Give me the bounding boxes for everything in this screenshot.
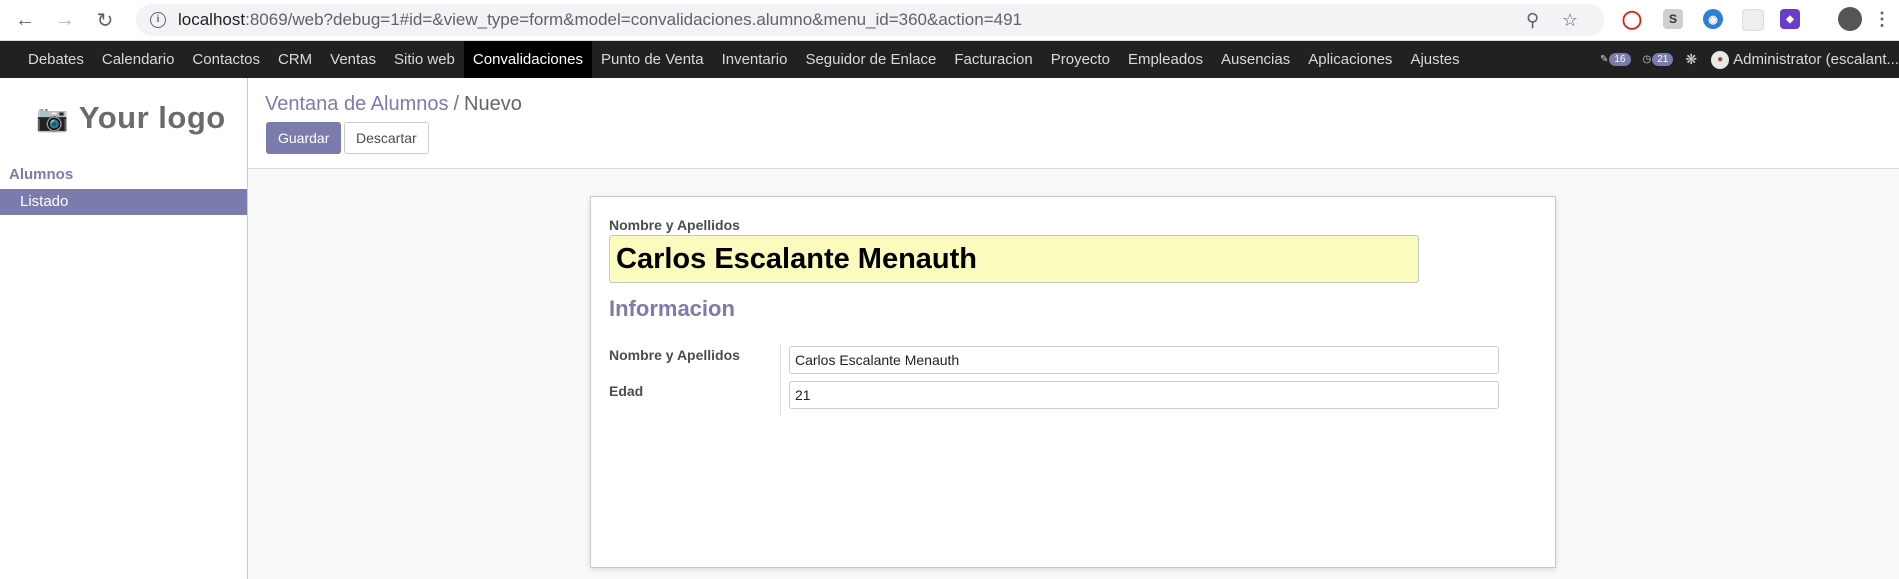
sidebar: 📷 Your logo Alumnos Listado	[0, 78, 248, 579]
menu-item-contactos[interactable]: Contactos	[183, 41, 269, 78]
menu-item-ausencias[interactable]: Ausencias	[1212, 41, 1299, 78]
back-icon[interactable]: ←	[10, 5, 40, 35]
breadcrumb: Ventana de Alumnos / Nuevo	[265, 93, 522, 116]
profile-avatar-icon[interactable]	[1838, 7, 1862, 31]
forward-icon[interactable]: →	[50, 5, 80, 35]
reload-icon[interactable]: ↻	[90, 5, 120, 35]
menu-item-aplicaciones[interactable]: Aplicaciones	[1299, 41, 1401, 78]
sidebar-item-listado[interactable]: Listado	[0, 189, 247, 215]
menu-item-inventario[interactable]: Inventario	[713, 41, 797, 78]
menu-item-crm[interactable]: CRM	[269, 41, 321, 78]
breadcrumb-separator: /	[453, 93, 460, 115]
menu-item-debates[interactable]: Debates	[19, 41, 93, 78]
menu-item-empleados[interactable]: Empleados	[1119, 41, 1212, 78]
menu-item-ventas[interactable]: Ventas	[321, 41, 385, 78]
globe-extension-icon[interactable]: ◉	[1703, 9, 1723, 29]
field-group-divider	[780, 344, 781, 416]
discard-button[interactable]: Descartar	[344, 122, 429, 154]
main-menu-bar: Debates Calendario Contactos CRM Ventas …	[0, 41, 1899, 78]
blank-extension-icon[interactable]	[1742, 9, 1764, 31]
breadcrumb-parent[interactable]: Ventana de Alumnos	[265, 93, 448, 115]
company-logo[interactable]: 📷 Your logo	[36, 100, 247, 136]
activities-button[interactable]: ◷ 21	[1643, 53, 1674, 66]
info-icon[interactable]: i	[150, 12, 166, 28]
user-name: Administrator (escalant...	[1733, 51, 1899, 68]
sidebar-section-alumnos[interactable]: Alumnos	[9, 166, 247, 183]
zoom-out-icon[interactable]: ⚲	[1526, 10, 1539, 31]
menu-item-facturacion[interactable]: Facturacion	[945, 41, 1041, 78]
menu-item-proyecto[interactable]: Proyecto	[1042, 41, 1119, 78]
url-text[interactable]: localhost:8069/web?debug=1#id=&view_type…	[178, 10, 1022, 30]
field-label-nombre: Nombre y Apellidos	[609, 347, 740, 363]
star-icon[interactable]: ☆	[1562, 10, 1578, 31]
url-path: :8069/web?debug=1#id=&view_type=form&mod…	[245, 10, 1022, 29]
activities-count-badge: 21	[1652, 53, 1674, 66]
url-host: localhost	[178, 10, 246, 29]
nombre-apellidos-input[interactable]: Carlos Escalante Menauth	[789, 346, 1499, 374]
camera-icon: 📷	[36, 102, 69, 133]
address-bar[interactable]: i localhost:8069/web?debug=1#id=&view_ty…	[136, 4, 1604, 36]
menu-item-punto-de-venta[interactable]: Punto de Venta	[592, 41, 713, 78]
name-title-input[interactable]: Carlos Escalante Menauth	[609, 235, 1419, 283]
edad-input[interactable]: 21	[789, 381, 1499, 409]
form-sheet: Nombre y Apellidos Carlos Escalante Mena…	[590, 196, 1556, 568]
opera-extension-icon[interactable]: ◯	[1622, 9, 1642, 29]
user-avatar: ●	[1711, 50, 1730, 69]
menu-item-calendario[interactable]: Calendario	[93, 41, 184, 78]
title-field-label: Nombre y Apellidos	[609, 217, 740, 233]
messages-count-badge: 16	[1609, 53, 1631, 66]
menu-item-ajustes[interactable]: Ajustes	[1401, 41, 1468, 78]
cube-extension-icon[interactable]: ◆	[1780, 9, 1800, 29]
logo-text: Your logo	[78, 100, 226, 135]
breadcrumb-current: Nuevo	[464, 93, 522, 115]
browser-menu-icon[interactable]: ⋮	[1872, 9, 1892, 29]
user-menu[interactable]: ● Administrator (escalant...	[1711, 50, 1899, 69]
browser-toolbar: ← → ↻ i localhost:8069/web?debug=1#id=&v…	[0, 0, 1899, 41]
systray: ✎ 16 ◷ 21 ❋ ● Administrator (escalant...	[1600, 41, 1899, 78]
section-title-informacion: Informacion	[609, 296, 735, 321]
menu-item-seguidor-de-enlace[interactable]: Seguidor de Enlace	[796, 41, 945, 78]
field-label-edad: Edad	[609, 383, 644, 399]
save-button[interactable]: Guardar	[266, 122, 342, 154]
control-panel: Ventana de Alumnos / Nuevo Guardar Descart…	[248, 78, 1899, 169]
messages-button[interactable]: ✎ 16	[1600, 53, 1631, 66]
chat-icon: ✎	[1599, 54, 1609, 65]
clock-icon: ◷	[1642, 54, 1652, 65]
s-extension-icon[interactable]: S	[1663, 9, 1683, 29]
debug-bug-icon[interactable]: ❋	[1685, 51, 1697, 68]
menu-item-convalidaciones[interactable]: Convalidaciones	[463, 41, 592, 78]
form-view: Nombre y Apellidos Carlos Escalante Mena…	[248, 169, 1899, 579]
menu-item-sitio-web[interactable]: Sitio web	[385, 41, 464, 78]
